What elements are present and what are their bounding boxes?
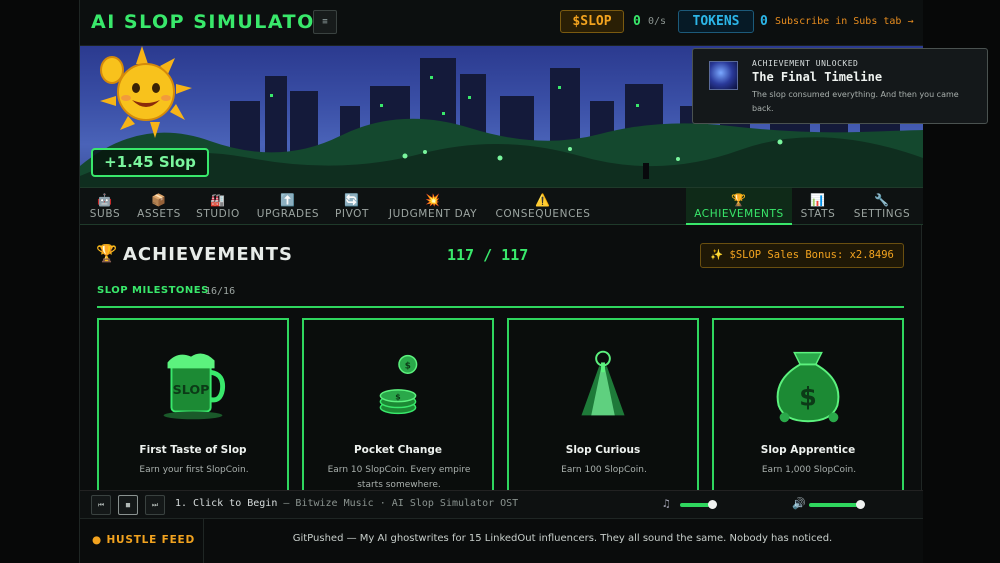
achievement-name: First Taste of Slop <box>139 444 247 456</box>
explosion-icon: 💥 <box>425 193 441 207</box>
tab-label: PIVOT <box>334 208 370 220</box>
bullet-icon: ● <box>92 534 102 546</box>
galaxy-icon <box>709 61 738 90</box>
sun-mascot <box>100 46 192 138</box>
achievement-count: 117 / 117 <box>447 246 529 264</box>
achievement-name: Pocket Change <box>353 444 442 456</box>
factory-icon: 🏭 <box>210 193 226 207</box>
tab-achievements[interactable]: 🏆 ACHIEVEMENTS <box>686 188 792 225</box>
next-track-button[interactable]: ⏭ <box>145 495 165 515</box>
music-note-icon: ♫ <box>663 497 670 510</box>
tab-consequences[interactable]: ⚠️ CONSEQUENCES <box>489 188 597 225</box>
slop-gain-popup: +1.45 Slop <box>91 148 209 177</box>
toast-kicker: ACHIEVEMENT UNLOCKED <box>752 59 859 68</box>
svg-text:$: $ <box>799 383 817 413</box>
achievement-card[interactable]: Slop Curious Earn 100 SlopCoin. <box>507 318 699 518</box>
music-player: ⏮ ■ ⏭ 1. Click to Begin — Bitwize Music … <box>80 490 923 518</box>
section-title: SLOP MILESTONES <box>97 285 209 296</box>
page-title: ACHIEVEMENTS <box>123 244 293 265</box>
trophy-icon: 🏆 <box>731 193 747 207</box>
tokens-badge: TOKENS <box>678 10 754 33</box>
tab-label: UPGRADES <box>256 208 320 220</box>
feed-divider <box>203 519 204 563</box>
keyhole-light-icon <box>581 350 625 416</box>
sfx-volume-slider[interactable] <box>809 503 860 507</box>
track-title: 1. Click to Begin <box>175 498 278 509</box>
svg-text:SLOP: SLOP <box>173 382 210 397</box>
toast-title: The Final Timeline <box>752 70 883 84</box>
tab-label: SUBS <box>89 208 121 220</box>
tab-label: CONSEQUENCES <box>495 208 591 220</box>
tab-upgrades[interactable]: ⬆️ UPGRADES <box>250 188 326 225</box>
subscribe-link[interactable]: Subscribe in Subs tab → <box>775 16 913 27</box>
section-count: 16/16 <box>205 286 236 297</box>
achievement-desc: Earn your first SlopCoin. <box>139 465 249 475</box>
play-button[interactable]: ■ <box>118 495 138 515</box>
trophy-icon: 🏆 <box>96 244 118 264</box>
tab-judgment-day[interactable]: 💥 JUDGMENT DAY <box>380 188 486 225</box>
hustle-feed: ● HUSTLE FEED GitPushed — My AI ghostwri… <box>80 518 923 563</box>
tab-label: ASSETS <box>137 208 181 220</box>
slop-mug-icon: SLOP <box>163 353 226 420</box>
money-bag-icon: $ <box>776 351 840 423</box>
tab-label: JUDGMENT DAY <box>388 208 478 220</box>
achievement-card[interactable]: $ $ Pocket Change Earn 10 SlopCoin. Ever… <box>302 318 494 518</box>
tab-studio[interactable]: 🏭 STUDIO <box>193 188 243 225</box>
slop-rate: 0/s <box>648 16 667 27</box>
svg-text:$: $ <box>395 393 400 402</box>
sales-bonus-badge: ✨ $SLOP Sales Bonus: x2.8496 <box>700 243 904 268</box>
coin-stack-icon: $ $ <box>379 354 418 415</box>
chart-icon: 📊 <box>810 193 826 207</box>
menu-button[interactable]: ≡ <box>313 10 337 34</box>
achievement-card[interactable]: SLOP First Taste of Slop Earn your first… <box>97 318 289 518</box>
refresh-icon: 🔄 <box>344 193 360 207</box>
tab-label: STATS <box>800 208 836 220</box>
tab-label: ACHIEVEMENTS <box>694 208 784 220</box>
feed-label-text: HUSTLE FEED <box>106 534 196 546</box>
track-artist: — Bitwize Music · AI Slop Simulator OST <box>283 498 519 509</box>
tab-settings[interactable]: 🔧 SETTINGS <box>849 188 915 225</box>
package-icon: 📦 <box>151 193 167 207</box>
tokens-balance: 0 <box>760 14 768 29</box>
tab-subs[interactable]: 🤖 SUBS <box>84 188 126 225</box>
achievement-card[interactable]: $ Slop Apprentice Earn 1,000 SlopCoin. <box>712 318 904 518</box>
warning-icon: ⚠️ <box>535 193 551 207</box>
tab-label: SETTINGS <box>853 208 911 220</box>
svg-text:$: $ <box>405 361 411 371</box>
achievement-name: Slop Apprentice <box>760 444 856 456</box>
track-info: 1. Click to Begin — Bitwize Music · AI S… <box>175 498 518 509</box>
tab-label: STUDIO <box>196 208 240 220</box>
game-title: AI SLOP SIMULATOR <box>91 11 331 33</box>
achievement-desc: Earn 1,000 SlopCoin. <box>761 465 857 475</box>
speaker-icon: 🔊 <box>792 497 806 510</box>
section-divider <box>97 306 904 308</box>
sfx-volume-handle[interactable] <box>856 500 865 509</box>
hustle-feed-label: ● HUSTLE FEED <box>92 534 195 546</box>
slop-balance: 0 <box>633 14 641 29</box>
top-bar: AI SLOP SIMULATOR ≡ $SLOP 0 0/s TOKENS 0… <box>80 0 923 46</box>
tab-pivot[interactable]: 🔄 PIVOT <box>329 188 375 225</box>
music-volume-handle[interactable] <box>708 500 717 509</box>
previous-track-button[interactable]: ⏮ <box>91 495 111 515</box>
achievement-desc: Earn 100 SlopCoin. <box>561 465 647 475</box>
toast-body: The slop consumed everything. And then y… <box>752 90 959 113</box>
arrow-up-icon: ⬆️ <box>280 193 296 207</box>
tab-assets[interactable]: 📦 ASSETS <box>132 188 186 225</box>
robot-icon: 🤖 <box>97 193 113 207</box>
slop-currency-badge: $SLOP <box>560 10 624 33</box>
tab-stats[interactable]: 📊 STATS <box>794 188 842 225</box>
wrench-icon: 🔧 <box>874 193 890 207</box>
achievement-name: Slop Curious <box>565 444 641 456</box>
achievement-desc: Earn 10 SlopCoin. Every empire starts so… <box>327 465 471 490</box>
feed-message: GitPushed — My AI ghostwrites for 15 Lin… <box>292 533 833 544</box>
main-tabs: 🤖 SUBS 📦 ASSETS 🏭 STUDIO ⬆️ UPGRADES 🔄 P… <box>80 187 923 225</box>
achievement-toast[interactable]: ACHIEVEMENT UNLOCKED The Final Timeline … <box>692 48 988 124</box>
